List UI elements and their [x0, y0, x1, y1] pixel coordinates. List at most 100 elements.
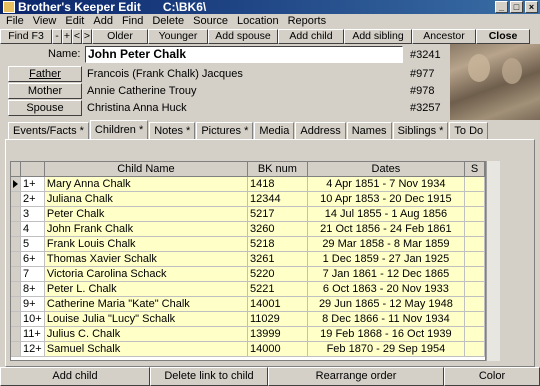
tab-pictures[interactable]: Pictures *	[196, 122, 254, 139]
row-number[interactable]: 12+	[20, 342, 45, 357]
bk-num-cell[interactable]: 5220	[248, 267, 308, 282]
bk-num-cell[interactable]: 3261	[248, 252, 308, 267]
s-cell[interactable]	[465, 222, 485, 237]
header-child-name[interactable]: Child Name	[44, 162, 249, 177]
bk-num-cell[interactable]: 14001	[248, 297, 308, 312]
s-cell[interactable]	[465, 252, 485, 267]
delete-link-button[interactable]: Delete link to child	[150, 367, 268, 386]
add-spouse-button[interactable]: Add spouse	[208, 28, 278, 44]
s-cell[interactable]	[465, 282, 485, 297]
child-name-cell[interactable]: John Frank Chalk	[44, 222, 248, 237]
menu-location[interactable]: Location	[237, 14, 279, 28]
dates-cell[interactable]: 29 Mar 1858 - 8 Mar 1859	[307, 237, 466, 252]
dates-cell[interactable]: 14 Jul 1855 - 1 Aug 1856	[307, 207, 466, 222]
s-cell[interactable]	[465, 267, 485, 282]
tab-events-facts[interactable]: Events/Facts *	[8, 122, 89, 139]
header-number[interactable]	[20, 162, 45, 177]
child-name-cell[interactable]: Juliana Chalk	[44, 192, 248, 207]
table-scrollbar[interactable]	[486, 161, 500, 361]
bk-num-cell[interactable]: 5217	[248, 207, 308, 222]
minus-button[interactable]: -	[52, 28, 62, 44]
menu-view[interactable]: View	[33, 14, 57, 28]
tab-media[interactable]: Media	[254, 122, 295, 139]
minimize-button[interactable]: _	[495, 1, 508, 13]
header-bk-num[interactable]: BK num	[248, 162, 308, 177]
menu-reports[interactable]: Reports	[288, 14, 327, 28]
menu-delete[interactable]: Delete	[152, 14, 184, 28]
menu-file[interactable]: File	[6, 14, 24, 28]
menu-add[interactable]: Add	[93, 14, 113, 28]
bk-num-cell[interactable]: 1418	[248, 177, 308, 192]
s-cell[interactable]	[465, 312, 485, 327]
row-number[interactable]: 4	[20, 222, 45, 237]
child-name-cell[interactable]: Louise Julia "Lucy" Schalk	[44, 312, 248, 327]
bk-num-cell[interactable]: 11029	[248, 312, 308, 327]
bk-num-cell[interactable]: 13999	[248, 327, 308, 342]
dates-cell[interactable]: 21 Oct 1856 - 24 Feb 1861	[307, 222, 466, 237]
rearrange-order-button[interactable]: Rearrange order	[268, 367, 444, 386]
table-row[interactable]: 11+ Julius C. Chalk 13999 19 Feb 1868 - 16 …	[11, 327, 485, 342]
tab-siblings[interactable]: Siblings *	[392, 122, 449, 139]
tab-notes[interactable]: Notes *	[149, 122, 196, 139]
menu-edit[interactable]: Edit	[65, 14, 84, 28]
dates-cell[interactable]: 29 Jun 1865 - 12 May 1948	[307, 297, 466, 312]
child-name-cell[interactable]: Samuel Schalk	[44, 342, 248, 357]
spouse-button[interactable]: Spouse	[8, 100, 82, 116]
add-sibling-button[interactable]: Add sibling	[344, 28, 412, 44]
header-s[interactable]: S	[465, 162, 485, 177]
row-number[interactable]: 7	[20, 267, 45, 282]
table-row[interactable]: 12+ Samuel Schalk 14000 Feb 1870 - 29 Sep 1…	[11, 342, 485, 357]
color-button[interactable]: Color	[444, 367, 540, 386]
dates-cell[interactable]: 6 Oct 1863 - 20 Nov 1933	[307, 282, 466, 297]
row-number[interactable]: 1+	[20, 177, 45, 192]
child-name-cell[interactable]: Peter L. Chalk	[44, 282, 248, 297]
dates-cell[interactable]: 7 Jan 1861 - 12 Dec 1865	[307, 267, 466, 282]
person-photo[interactable]	[450, 44, 540, 120]
row-number[interactable]: 3	[20, 207, 45, 222]
row-number[interactable]: 6+	[20, 252, 45, 267]
table-row[interactable]: 1+ Mary Anna Chalk 1418 4 Apr 1851 - 7 Nov …	[11, 177, 485, 192]
find-button[interactable]: Find F3	[0, 28, 52, 44]
s-cell[interactable]	[465, 177, 485, 192]
dates-cell[interactable]: 10 Apr 1853 - 20 Dec 1915	[307, 192, 466, 207]
tab-names[interactable]: Names	[346, 122, 392, 139]
table-row[interactable]: 6+ Thomas Xavier Schalk 3261 1 Dec 1859 - 2…	[11, 252, 485, 267]
bk-num-cell[interactable]: 14000	[248, 342, 308, 357]
tab-address[interactable]: Address	[295, 122, 346, 139]
child-name-cell[interactable]: Peter Chalk	[44, 207, 248, 222]
table-row[interactable]: 10+ Louise Julia "Lucy" Schalk 11029 8 Dec …	[11, 312, 485, 327]
dates-cell[interactable]: Feb 1870 - 29 Sep 1954	[307, 342, 466, 357]
close-button[interactable]: Close	[476, 28, 530, 44]
close-window-button[interactable]: ×	[525, 1, 538, 13]
father-button[interactable]: Father	[8, 66, 82, 82]
child-name-cell[interactable]: Catherine Maria "Kate" Chalk	[44, 297, 248, 312]
table-row[interactable]: 3 Peter Chalk 5217 14 Jul 1855 - 1 Aug 1856	[11, 207, 485, 222]
bk-num-cell[interactable]: 5221	[248, 282, 308, 297]
dates-cell[interactable]: 19 Feb 1868 - 16 Oct 1939	[307, 327, 466, 342]
mother-button[interactable]: Mother	[8, 83, 82, 99]
s-cell[interactable]	[465, 192, 485, 207]
tab-children[interactable]: Children *	[89, 120, 149, 139]
header-dates[interactable]: Dates	[307, 162, 466, 177]
table-row[interactable]: 7 Victoria Carolina Schack 5220 7 Jan 1861 …	[11, 267, 485, 282]
name-field[interactable]: John Peter Chalk	[85, 46, 403, 63]
table-row[interactable]: 4 John Frank Chalk 3260 21 Oct 1856 - 24 Fe…	[11, 222, 485, 237]
row-number[interactable]: 9+	[20, 297, 45, 312]
older-button[interactable]: Older	[92, 28, 148, 44]
row-number[interactable]: 8+	[20, 282, 45, 297]
row-number[interactable]: 2+	[20, 192, 45, 207]
next-button[interactable]: >	[82, 28, 92, 44]
s-cell[interactable]	[465, 342, 485, 357]
table-row[interactable]: 8+ Peter L. Chalk 5221 6 Oct 1863 - 20 Nov …	[11, 282, 485, 297]
bk-num-cell[interactable]: 3260	[248, 222, 308, 237]
child-name-cell[interactable]: Julius C. Chalk	[44, 327, 248, 342]
add-child-toolbar-button[interactable]: Add child	[278, 28, 344, 44]
child-name-cell[interactable]: Thomas Xavier Schalk	[44, 252, 248, 267]
dates-cell[interactable]: 8 Dec 1866 - 11 Nov 1934	[307, 312, 466, 327]
dates-cell[interactable]: 1 Dec 1859 - 27 Jan 1925	[307, 252, 466, 267]
table-row[interactable]: 2+ Juliana Chalk 12344 10 Apr 1853 - 20 Dec…	[11, 192, 485, 207]
row-number[interactable]: 5	[20, 237, 45, 252]
menu-find[interactable]: Find	[122, 14, 143, 28]
s-cell[interactable]	[465, 237, 485, 252]
prev-button[interactable]: <	[72, 28, 82, 44]
